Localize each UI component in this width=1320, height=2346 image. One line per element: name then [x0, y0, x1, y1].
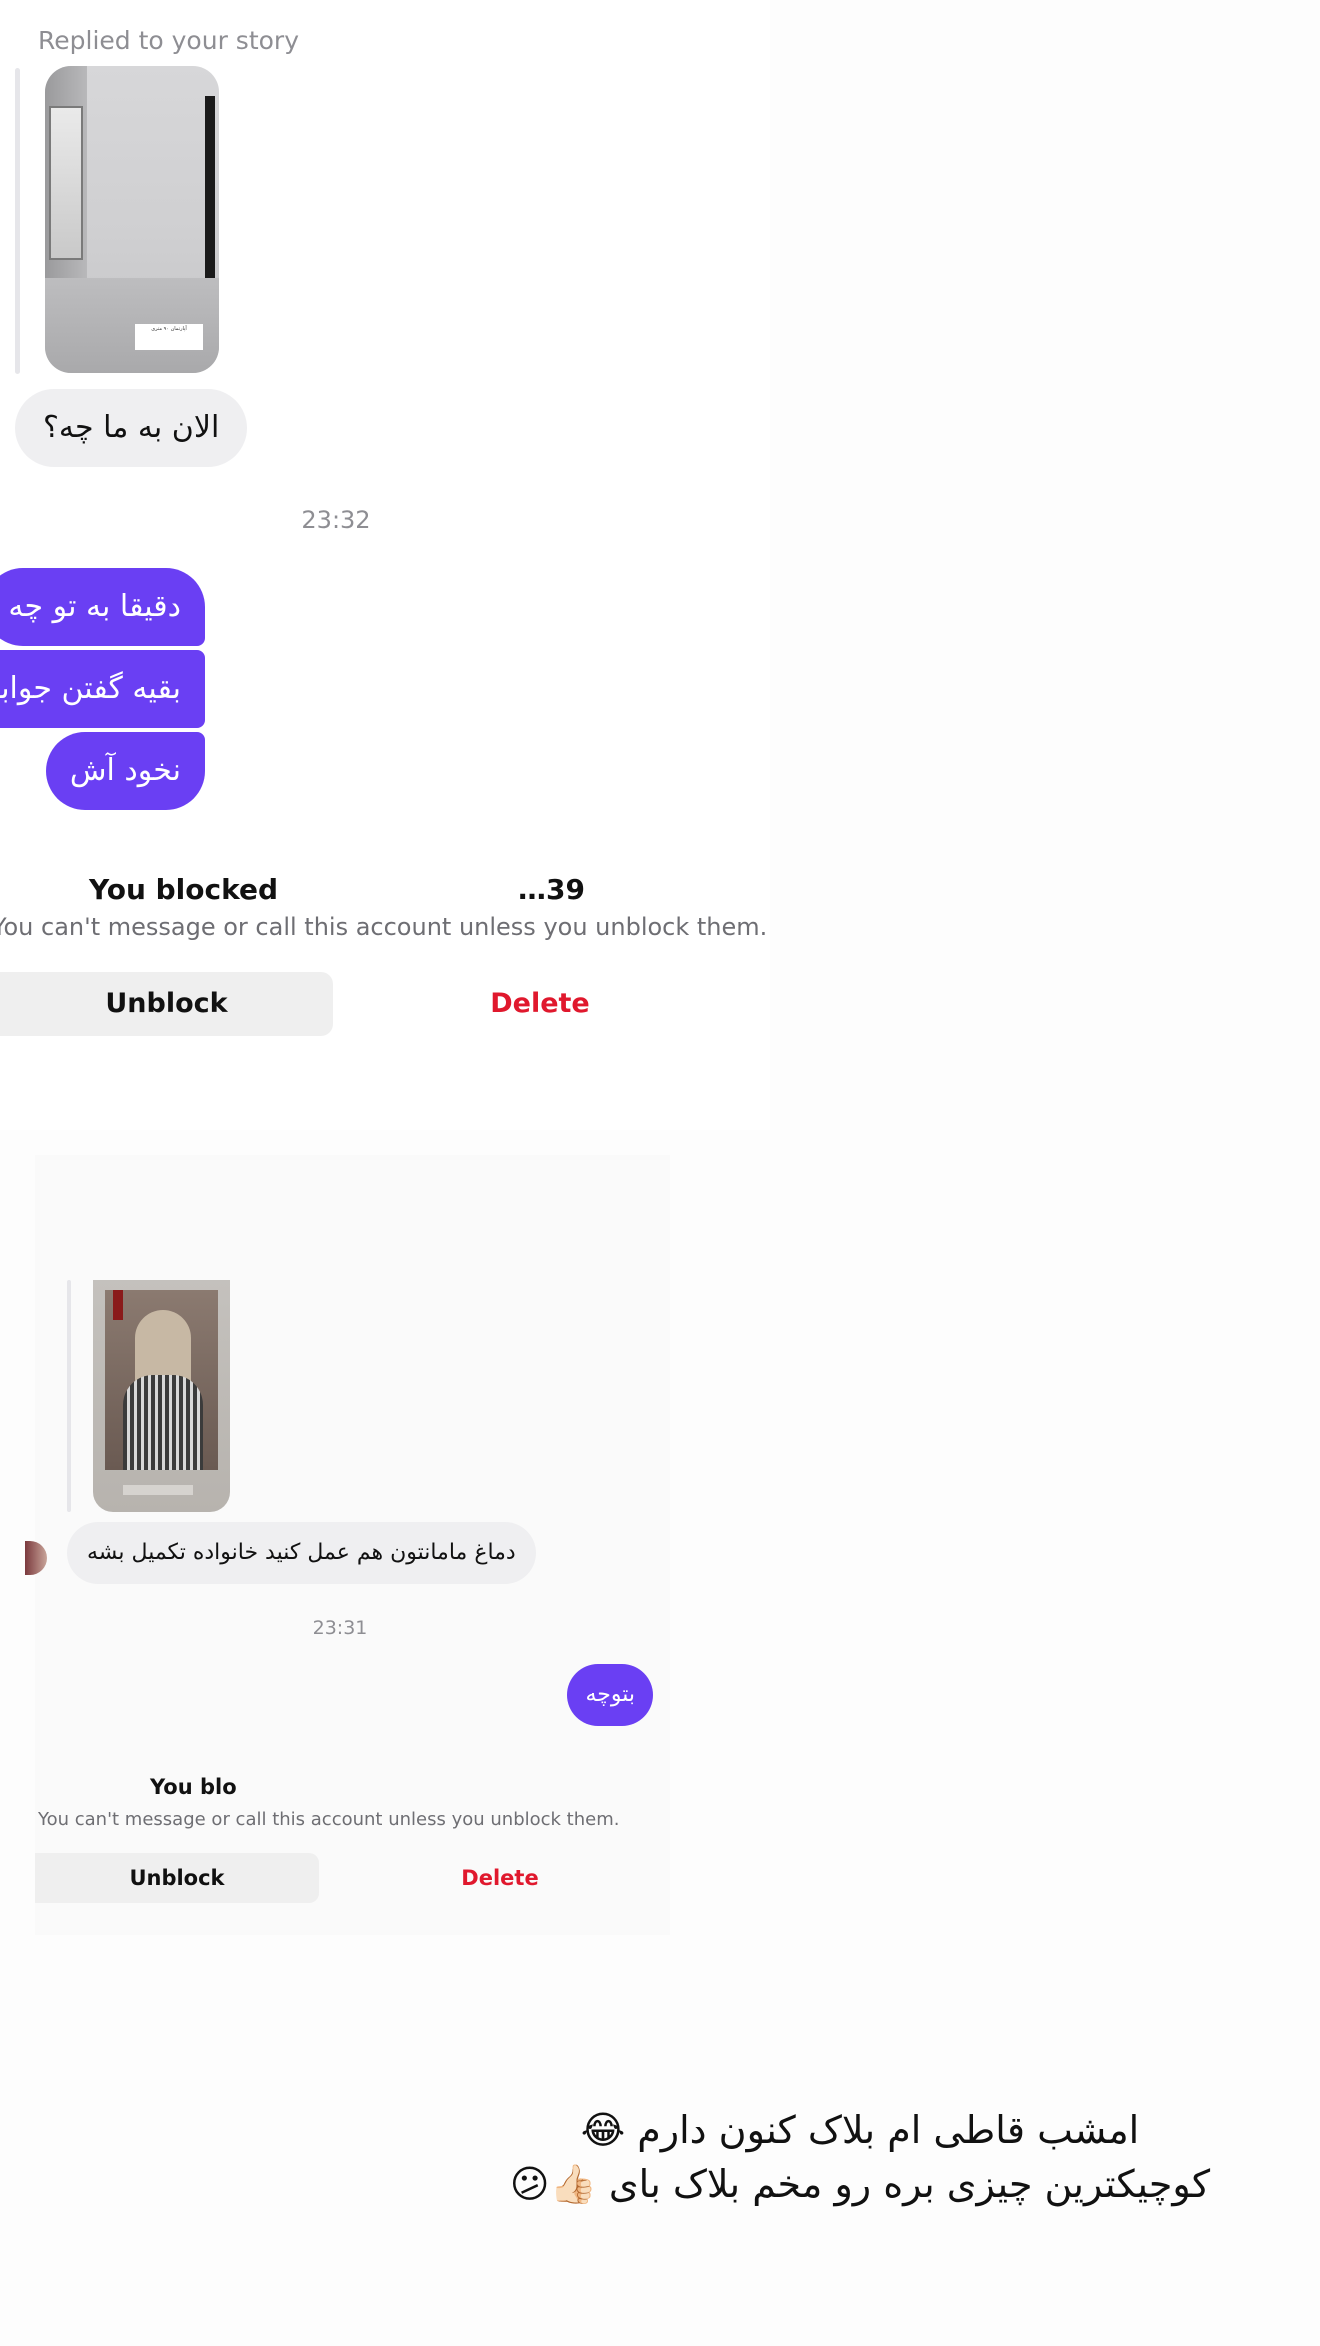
story-caption-strip — [123, 1485, 193, 1495]
blocked-subtitle: You can't message or call this account u… — [0, 913, 768, 941]
story-caption: آپارتمان ۹۰ متری — [135, 324, 203, 350]
blocked-title-start: You blo — [150, 1775, 237, 1799]
redacted-username — [236, 1776, 422, 1800]
blocked-title-end: …39 — [518, 873, 585, 906]
incoming-message[interactable]: دماغ مامانتون هم عمل کنید خانواده تکمیل … — [67, 1522, 536, 1584]
story-thumbnail[interactable]: آپارتمان ۹۰ متری — [45, 66, 219, 373]
story-person-body — [123, 1375, 203, 1470]
dm-screenshot-2: دماغ مامانتون هم عمل کنید خانواده تکمیل … — [25, 1155, 670, 1935]
blocked-title: You blo — [150, 1775, 422, 1800]
caption-line-2: کوچیکترین چیزی بره رو مخم بلاک بای 👍🏻😕 — [509, 2162, 1211, 2206]
story-frame — [113, 1290, 123, 1320]
delete-button[interactable]: Delete — [425, 972, 655, 1036]
reply-quote-bar — [67, 1280, 71, 1512]
story-window — [49, 106, 83, 260]
replied-to-story-label: Replied to your story — [38, 26, 299, 55]
story-photo — [105, 1290, 218, 1470]
dm-screenshot-1: Replied to your story آپارتمان ۹۰ متری ا… — [0, 0, 770, 1130]
outgoing-message[interactable]: بتوچه — [567, 1664, 653, 1726]
story-thumbnail[interactable] — [93, 1280, 230, 1512]
avatar[interactable] — [25, 1541, 47, 1575]
blocked-subtitle: You can't message or call this account u… — [38, 1809, 620, 1830]
caption-line-1: امشب قاطی ام بلاک کنون دارم 😂 — [580, 2108, 1140, 2152]
outgoing-message[interactable]: نخود آش — [45, 732, 205, 810]
unblock-button[interactable]: Unblock — [35, 1853, 319, 1903]
incoming-message[interactable]: الان به ما چه؟ — [15, 389, 248, 467]
delete-button[interactable]: Delete — [410, 1853, 590, 1903]
outgoing-message[interactable]: دقیقا به تو چه — [0, 568, 205, 646]
unblock-button[interactable]: Unblock — [0, 972, 333, 1036]
reply-quote-bar — [15, 68, 20, 374]
message-timestamp: 23:31 — [312, 1617, 368, 1639]
page: Replied to your story آپارتمان ۹۰ متری ا… — [0, 0, 1320, 2346]
redacted-username — [278, 873, 518, 909]
message-timestamp: 23:32 — [301, 506, 371, 534]
blocked-title: You blocked …39 — [89, 873, 585, 909]
blocked-title-start: You blocked — [89, 873, 278, 906]
outgoing-message[interactable]: بقیه گفتن جوابشون دادم — [0, 650, 205, 728]
story-overlay-caption: امشب قاطی ام بلاک کنون دارم 😂 کوچیکترین … — [500, 2103, 1220, 2211]
